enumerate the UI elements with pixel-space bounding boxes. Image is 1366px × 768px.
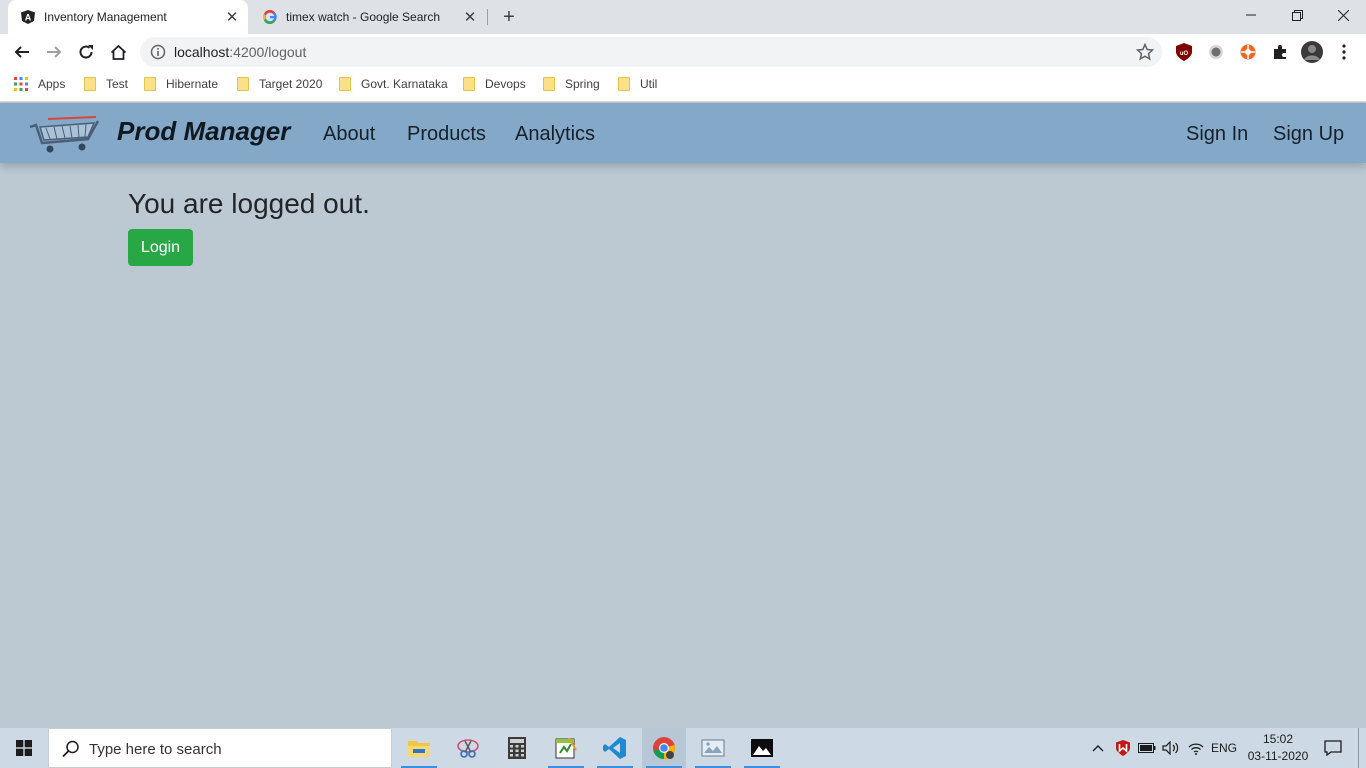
photos-app-icon[interactable]	[740, 728, 784, 768]
browser-toolbar: localhost:4200/logout uO	[0, 34, 1366, 70]
bookmark-label: Govt. Karnataka	[361, 77, 448, 91]
file-explorer-icon[interactable]	[397, 728, 441, 768]
logout-message: You are logged out.	[128, 188, 370, 219]
bookmark-devops[interactable]: Devops	[463, 77, 526, 91]
folder-icon	[339, 77, 351, 91]
folder-icon	[618, 77, 630, 91]
windows-taskbar: Type here to search ENG 15:02 03-11-2020	[0, 728, 1366, 768]
folder-icon	[543, 77, 555, 91]
windows-start-icon[interactable]	[0, 728, 48, 768]
search-icon	[61, 739, 81, 759]
tab-title: timex watch - Google Search	[286, 10, 441, 24]
ublock-icon[interactable]: uO	[1174, 42, 1194, 62]
tab-google-search[interactable]: timex watch - Google Search ✕	[250, 0, 486, 34]
google-icon	[262, 9, 278, 25]
new-tab-icon[interactable]: +	[498, 6, 520, 28]
back-icon[interactable]	[8, 38, 36, 66]
folder-icon	[463, 77, 475, 91]
tab-title: Inventory Management	[44, 10, 167, 24]
taskbar-clock[interactable]: 15:02 03-11-2020	[1243, 731, 1313, 765]
photo-viewer-icon[interactable]	[691, 728, 735, 768]
show-desktop-button[interactable]	[1358, 728, 1366, 768]
snipping-tool-icon[interactable]	[446, 728, 490, 768]
bookmark-spring[interactable]: Spring	[543, 77, 600, 91]
login-button[interactable]: Login	[128, 229, 193, 266]
svg-text:uO: uO	[1180, 51, 1189, 57]
extension-orange-icon[interactable]	[1238, 42, 1258, 62]
browser-tab-strip: A Inventory Management ✕ timex watch - G…	[0, 0, 1366, 34]
nav-link-sign-up[interactable]: Sign Up	[1273, 123, 1344, 146]
bookmark-label: Util	[640, 77, 658, 91]
notifications-icon[interactable]	[1320, 728, 1346, 768]
angular-icon: A	[20, 9, 36, 25]
extensions-puzzle-icon[interactable]	[1270, 42, 1290, 62]
address-bar[interactable]: localhost:4200/logout	[140, 37, 1162, 67]
calculator-icon[interactable]	[495, 728, 539, 768]
volume-icon[interactable]	[1160, 728, 1182, 768]
notepad-plus-plus-icon[interactable]	[544, 728, 588, 768]
url-host: localhost	[174, 44, 230, 60]
bookmark-label: Devops	[485, 77, 526, 91]
bookmark-apps[interactable]: Apps	[14, 77, 65, 91]
bookmark-label: Hibernate	[166, 77, 219, 91]
bookmark-star-icon[interactable]	[1135, 42, 1155, 61]
folder-icon	[237, 77, 249, 91]
nav-link-analytics[interactable]: Analytics	[515, 123, 595, 146]
nav-link-about[interactable]: About	[323, 123, 375, 146]
folder-icon	[144, 77, 156, 91]
url-text: localhost:4200/logout	[174, 44, 306, 60]
brand-title[interactable]: Prod Manager	[117, 116, 290, 147]
clock-time: 15:02	[1262, 732, 1294, 746]
bookmark-govt-karnataka[interactable]: Govt. Karnataka	[339, 77, 448, 91]
network-icon[interactable]	[1185, 728, 1207, 768]
bookmark-label: Test	[106, 77, 129, 91]
battery-icon[interactable]	[1136, 728, 1158, 768]
search-placeholder: Type here to search	[89, 741, 222, 758]
app-navbar: Prod Manager About Products Analytics Si…	[0, 103, 1366, 163]
reload-icon[interactable]	[72, 38, 100, 66]
bookmark-label: Target 2020	[259, 77, 323, 91]
tab-inventory-management[interactable]: A Inventory Management ✕	[8, 0, 248, 34]
svg-text:A: A	[25, 13, 32, 23]
bookmark-label: Spring	[565, 77, 600, 91]
home-icon[interactable]	[104, 38, 132, 66]
tab-close-icon[interactable]: ✕	[222, 7, 242, 27]
bookmark-target-2020[interactable]: Target 2020	[237, 77, 322, 91]
bookmark-util[interactable]: Util	[618, 77, 657, 91]
extension-gray-icon[interactable]	[1206, 42, 1226, 62]
shopping-cart-logo-icon[interactable]	[28, 113, 102, 155]
forward-icon[interactable]	[40, 38, 68, 66]
apps-grid-icon	[14, 77, 28, 91]
browser-menu-icon[interactable]	[1334, 42, 1354, 62]
mcafee-shield-icon[interactable]	[1112, 728, 1134, 768]
tab-close-icon[interactable]: ✕	[460, 7, 480, 27]
minimize-icon[interactable]	[1228, 0, 1274, 30]
show-hidden-icons-chevron-up-icon[interactable]	[1088, 728, 1108, 768]
bookmarks-bar: Apps Test Hibernate Target 2020 Govt. Ka…	[0, 70, 1366, 102]
vscode-icon[interactable]	[593, 728, 637, 768]
taskbar-search-box[interactable]: Type here to search	[48, 728, 392, 768]
nav-link-products[interactable]: Products	[407, 123, 486, 146]
url-path: :4200/logout	[229, 44, 307, 60]
bookmark-hibernate[interactable]: Hibernate	[144, 77, 218, 91]
site-info-icon[interactable]	[150, 44, 166, 60]
bookmark-test[interactable]: Test	[84, 77, 128, 91]
clock-date: 03-11-2020	[1247, 749, 1309, 763]
bookmark-label: Apps	[38, 77, 66, 91]
profile-avatar[interactable]	[1300, 40, 1324, 64]
language-indicator[interactable]: ENG	[1208, 728, 1240, 768]
chrome-icon[interactable]	[642, 728, 686, 768]
close-window-icon[interactable]	[1320, 0, 1366, 30]
restore-icon[interactable]	[1274, 0, 1320, 30]
tab-separator	[487, 9, 488, 25]
folder-icon	[84, 77, 96, 91]
nav-link-sign-in[interactable]: Sign In	[1186, 123, 1248, 146]
